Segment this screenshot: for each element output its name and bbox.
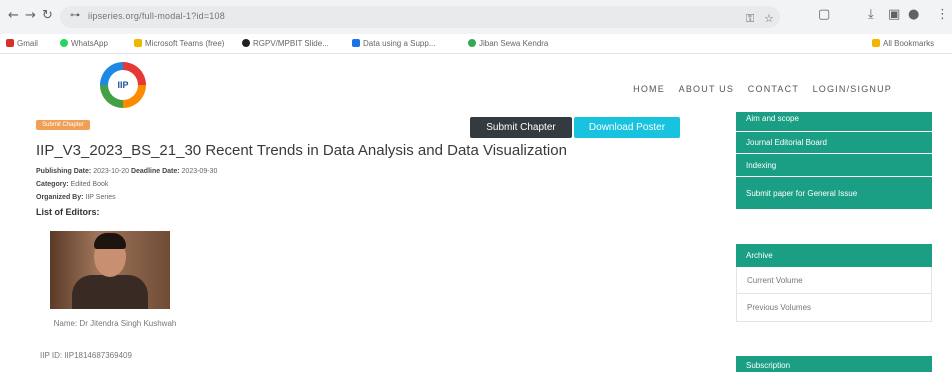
bookmark-all[interactable]: All Bookmarks [872,38,934,50]
page-title: IIP_V3_2023_BS_21_30 Recent Trends in Da… [36,142,567,159]
deadline-date-label: Deadline Date: [130,168,180,175]
status-badge: Submit Chapter [36,120,90,130]
publishing-date-label: Publishing Date: [36,168,92,175]
submit-chapter-button[interactable]: Submit Chapter [470,117,572,138]
reload-icon[interactable]: ↻ [42,9,53,23]
archive-heading: Archive [736,244,932,267]
bookmark-data[interactable]: Data using a Supp... [352,38,436,50]
sidebar-item-submit-paper[interactable]: Submit paper for General Issue [736,177,932,210]
publishing-date-value: 2023-10-20 [93,168,129,175]
nav-home[interactable]: HOME [633,84,665,94]
organized-by-value: IIP Series [85,194,116,201]
key-icon[interactable]: ⚿ [746,12,754,26]
site-logo[interactable]: IIP [100,62,146,108]
nav-login-signup[interactable]: LOGIN/SIGNUP [813,84,892,94]
organized-by: Organized By: IIP Series [36,194,116,201]
bookmark-whatsapp[interactable]: WhatsApp [60,38,108,50]
star-icon[interactable]: ☆ [764,12,774,25]
forward-arrow-icon[interactable]: → [25,9,36,23]
bookmarks-bar: Gmail WhatsApp Microsoft Teams (free) RG… [0,34,952,54]
extensions-icon[interactable]: ▢ [818,7,830,22]
subscription-heading: Subscription [736,356,932,372]
bookmark-rgpv[interactable]: RGPV/MPBIT Slide... [242,38,329,50]
site-info-icon[interactable]: ⊶ [70,10,80,21]
sidebar-item-aim-scope[interactable]: Aim and scope [736,112,932,132]
download-poster-button[interactable]: Download Poster [574,117,680,138]
editor-iip-id: IIP ID: IIP1814687369409 [40,351,132,360]
back-arrow-icon[interactable]: ← [8,9,19,23]
bookmark-gmail[interactable]: Gmail [6,38,38,50]
address-bar[interactable]: ⊶ iipseries.org/full-modal-1?id=108 ⚿ ☆ [60,6,780,28]
publishing-date: Publishing Date: 2023-10-20 Deadline Dat… [36,168,217,175]
archive-previous-volumes[interactable]: Previous Volumes [736,294,932,322]
editors-heading: List of Editors: [36,207,100,217]
profile-icon[interactable]: ● [908,7,919,22]
archive-current-volume[interactable]: Current Volume [736,267,932,294]
bookmark-teams[interactable]: Microsoft Teams (free) [134,38,224,50]
category-value: Edited Book [70,181,109,188]
sidebar-item-editorial-board[interactable]: Journal Editorial Board [736,132,932,154]
browser-toolbar: ← → ↻ ⊶ iipseries.org/full-modal-1?id=10… [0,0,952,34]
nav-about-us[interactable]: ABOUT US [679,84,734,94]
category: Category: Edited Book [36,181,108,188]
menu-icon[interactable]: ⋮ [936,7,949,22]
sidebar-icon[interactable]: ▣ [888,7,900,22]
bookmark-jiban[interactable]: Jiban Sewa Kendra [468,38,548,50]
deadline-date-value: 2023-09-30 [181,168,218,175]
download-icon[interactable]: ⤓ [868,7,874,22]
address-url[interactable]: iipseries.org/full-modal-1?id=108 [88,11,225,21]
top-nav: HOME ABOUT US CONTACT LOGIN/SIGNUP [623,84,892,96]
folder-icon [872,38,880,47]
sidebar-item-indexing[interactable]: Indexing [736,154,932,177]
editor-name: Name: Dr Jitendra Singh Kushwah [53,319,177,328]
nav-contact[interactable]: CONTACT [748,84,799,94]
site-logo-text: IIP [108,70,138,100]
organized-by-label: Organized By: [36,194,84,201]
editor-photo [50,231,170,309]
category-label: Category: [36,181,69,188]
